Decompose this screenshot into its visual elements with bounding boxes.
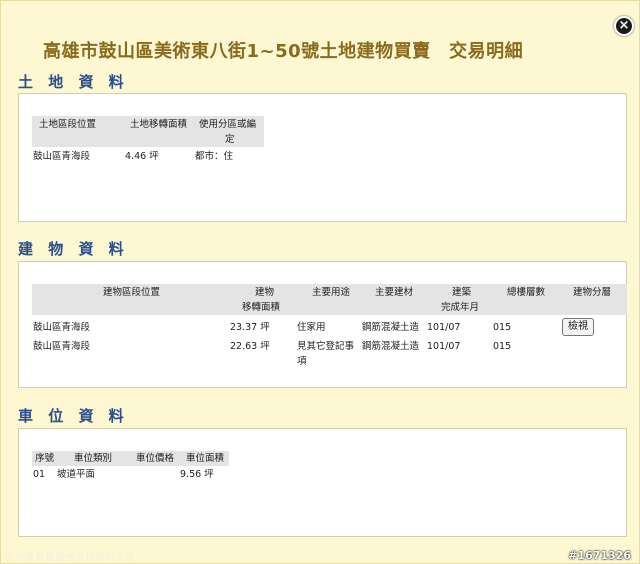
building-header-area-cont: 移轉面積 xyxy=(242,302,281,313)
building-row-location: 鼓山區青海段 xyxy=(33,341,91,352)
parking-header-area: 車位面積 xyxy=(186,453,225,464)
building-row-material: 鋼筋混凝土造 xyxy=(362,322,420,333)
land-row-area: 4.46 坪 xyxy=(125,151,159,162)
building-row-use: 見其它登記事 xyxy=(297,341,355,352)
building-header-floors: 總樓層數 xyxy=(507,287,546,298)
land-header-location: 土地區段位置 xyxy=(39,119,97,130)
land-row-location: 鼓山區青海段 xyxy=(33,151,91,162)
building-row-area: 22.63 坪 xyxy=(230,341,270,352)
building-row-built: 101/07 xyxy=(427,341,461,352)
close-button[interactable]: × xyxy=(614,16,634,36)
building-header-use: 主要用途 xyxy=(312,287,351,298)
land-section-heading: 土 地 資 料 xyxy=(18,73,129,91)
building-row-material: 鋼筋混凝土造 xyxy=(362,341,420,352)
parking-header-type: 車位類別 xyxy=(74,453,113,464)
record-id: #1671326 xyxy=(568,549,631,562)
building-header-layout: 建物分層 xyxy=(573,287,612,298)
building-header-area: 建物 xyxy=(255,287,275,298)
building-panel: 建物區段位置 建物 移轉面積 主要用途 主要建材 建築 完成年月 總樓層數 建物… xyxy=(18,261,627,388)
page-title: 高雄市鼓山區美術東八街1~50號土地建物買賣 交易明細 xyxy=(43,41,524,62)
building-row-area: 23.37 坪 xyxy=(230,322,270,333)
building-header-built: 建築 xyxy=(452,287,472,298)
land-header-zoning: 使用分區或編 xyxy=(199,119,257,130)
building-row-location: 鼓山區青海段 xyxy=(33,322,91,333)
parking-row-type: 坡道平面 xyxy=(57,469,96,480)
land-panel: 土地區段位置 土地移轉面積 使用分區或編 定 鼓山區青海段 4.46 坪 都市：… xyxy=(18,93,627,222)
building-section-heading: 建 物 資 料 xyxy=(18,240,129,258)
building-header-location: 建物區段位置 xyxy=(103,287,161,298)
building-row-floors: 015 xyxy=(493,322,512,333)
parking-panel: 序號 車位類別 車位價格 車位面積 01 坡道平面 9.56 坪 xyxy=(18,428,627,537)
parking-header-price: 車位價格 xyxy=(136,453,175,464)
view-floor-layout-button[interactable]: 檢視 xyxy=(562,318,594,336)
footer-watermark: 房地產買賣實價登錄資料查詢 xyxy=(5,553,135,564)
building-row-use-cont: 項 xyxy=(297,356,307,367)
parking-header-no: 序號 xyxy=(35,453,55,464)
building-row-built: 101/07 xyxy=(427,322,461,333)
land-header-zoning-cont: 定 xyxy=(225,134,235,145)
parking-section-heading: 車 位 資 料 xyxy=(18,407,129,425)
land-row-zoning: 都市：住 xyxy=(195,151,234,162)
parking-row-area: 9.56 坪 xyxy=(180,469,214,480)
parking-row-no: 01 xyxy=(33,469,46,480)
building-header-material: 主要建材 xyxy=(375,287,414,298)
building-header-built-cont: 完成年月 xyxy=(441,302,480,313)
land-header-area: 土地移轉面積 xyxy=(130,119,188,130)
transaction-detail-popup: × 高雄市鼓山區美術東八街1~50號土地建物買賣 交易明細 土 地 資 料 土地… xyxy=(0,0,640,564)
close-icon: × xyxy=(618,18,630,33)
building-row-floors: 015 xyxy=(493,341,512,352)
building-row-use: 住家用 xyxy=(297,322,326,333)
